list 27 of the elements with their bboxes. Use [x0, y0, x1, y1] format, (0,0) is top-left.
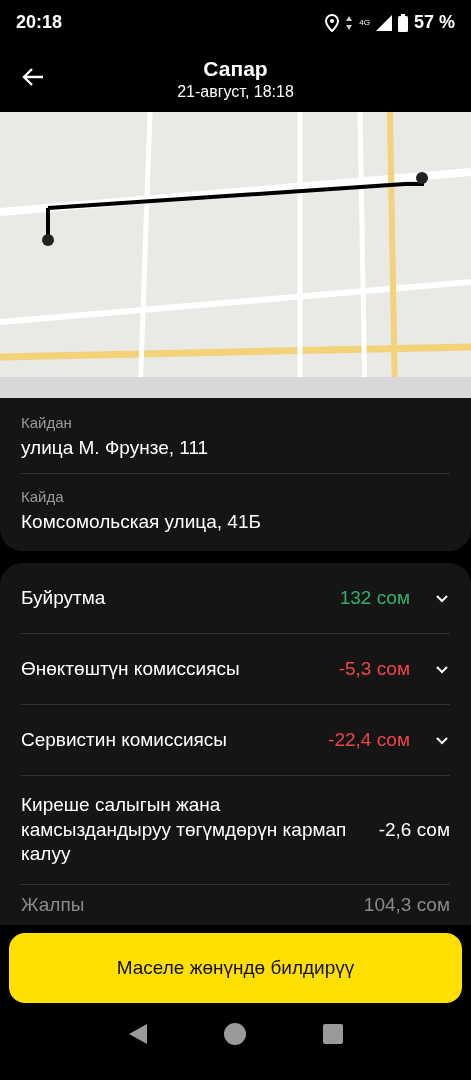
line-item-amount: -2,6 сом: [378, 819, 450, 841]
report-problem-button[interactable]: Маселе жөнүндө билдирүү: [9, 933, 462, 1003]
address-label: Кайдан: [21, 414, 73, 431]
line-item-amount: 132 сом: [339, 587, 410, 609]
line-item-amount: -5,3 сом: [338, 658, 410, 680]
address-value: Комсомольская улица, 41Б: [21, 511, 262, 533]
data-arrows-icon: [345, 14, 354, 31]
recents-nav-icon[interactable]: [322, 1024, 343, 1044]
line-item-label: Буйрутма: [21, 585, 107, 610]
home-nav-icon[interactable]: [224, 1023, 247, 1045]
address-label: Кайда: [21, 488, 65, 505]
line-item-label: Жалпы: [21, 892, 86, 917]
screen-title: Сапар: [203, 56, 268, 81]
line-item-label: Өнөктөштүн комиссиясы: [21, 656, 241, 681]
line-item-amount: 104,3 сом: [363, 894, 450, 916]
screen-subtitle: 21-август, 18:18: [177, 82, 294, 101]
location-icon: [325, 13, 340, 32]
address-value: улица М. Фрунзе, 111: [21, 437, 210, 459]
back-nav-icon[interactable]: [128, 1023, 149, 1045]
battery-icon: [397, 13, 408, 32]
clock: 20:18: [16, 12, 63, 33]
network-type: 4G: [359, 18, 370, 27]
battery-level: 57 %: [413, 12, 455, 33]
line-item-amount: -22,4 сом: [328, 729, 410, 751]
line-item-label: Киреше салыгын жана камсыздандыруу төгүмдөрүн кармап калуу: [21, 792, 348, 867]
line-item-label: Сервистин комиссиясы: [21, 727, 228, 752]
signal-icon: [375, 14, 392, 31]
